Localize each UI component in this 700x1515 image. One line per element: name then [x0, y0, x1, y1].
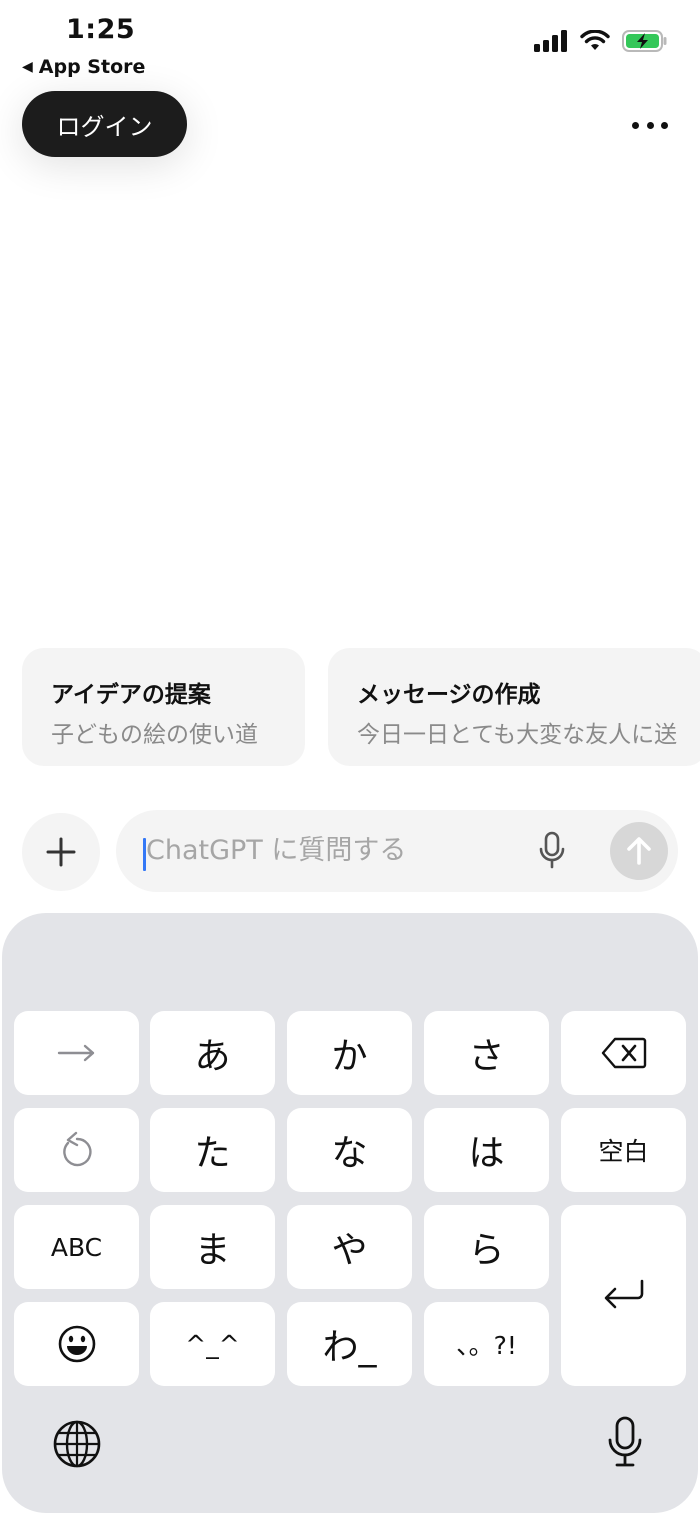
key-ha[interactable]: は — [424, 1108, 549, 1192]
key-emoji[interactable] — [14, 1302, 139, 1386]
key-sa[interactable]: さ — [424, 1011, 549, 1095]
key-kaomoji[interactable]: ^_^ — [150, 1302, 275, 1386]
message-input[interactable]: ChatGPT に質問する — [146, 830, 406, 872]
plus-icon — [46, 837, 76, 867]
back-to-app-store-link[interactable]: ◀ App Store — [22, 56, 145, 78]
arrow-right-icon — [57, 1044, 94, 1062]
backspace-icon — [601, 1037, 646, 1069]
key-space[interactable]: 空白 — [561, 1108, 686, 1192]
send-button[interactable] — [610, 822, 668, 880]
key-backspace[interactable] — [561, 1011, 686, 1095]
key-abc[interactable]: ABC — [14, 1205, 139, 1289]
key-undo[interactable] — [14, 1108, 139, 1192]
back-triangle-icon: ◀ — [22, 59, 33, 75]
suggestion-title: メッセージの作成 — [357, 682, 541, 708]
login-button[interactable]: ログイン — [22, 91, 187, 157]
wifi-icon — [580, 30, 610, 50]
attach-plus-button[interactable] — [22, 813, 100, 891]
battery-charging-icon — [622, 30, 667, 52]
status-icons — [534, 30, 668, 52]
key-return[interactable] — [561, 1205, 686, 1386]
globe-icon[interactable] — [52, 1419, 102, 1469]
more-options-button[interactable] — [632, 110, 668, 140]
suggestion-card-ideas[interactable]: アイデアの提案 子どもの絵の使い道 — [22, 648, 305, 766]
arrow-up-icon — [627, 837, 651, 865]
key-ka[interactable]: か — [287, 1011, 412, 1095]
ellipsis-icon — [632, 121, 639, 129]
back-link-label: App Store — [38, 56, 146, 78]
suggestion-subtitle: 子どもの絵の使い道 — [51, 722, 258, 748]
suggestion-title: アイデアの提案 — [51, 682, 211, 708]
key-ra[interactable]: ら — [424, 1205, 549, 1289]
return-icon — [604, 1279, 643, 1308]
microphone-icon[interactable] — [536, 830, 568, 872]
message-composer[interactable]: ChatGPT に質問する — [116, 810, 678, 892]
key-ma[interactable]: ま — [150, 1205, 275, 1289]
key-a[interactable]: あ — [150, 1011, 275, 1095]
emoji-icon — [58, 1325, 95, 1363]
status-time: 1:25 — [66, 14, 136, 45]
key-ta[interactable]: た — [150, 1108, 275, 1192]
cellular-signal-icon — [534, 30, 567, 52]
dictation-mic-icon[interactable] — [605, 1415, 645, 1469]
key-ya[interactable]: や — [287, 1205, 412, 1289]
software-keyboard: あ か さ た な は 空白 ABC ま や ら ^_^ わ_ 、。?! — [2, 913, 698, 1513]
undo-icon — [62, 1131, 92, 1167]
key-wa[interactable]: わ_ — [287, 1302, 412, 1386]
suggestion-subtitle: 今日一日とても大変な友人に送 — [357, 722, 678, 748]
key-punctuation[interactable]: 、。?! — [424, 1302, 549, 1386]
suggestion-card-message[interactable]: メッセージの作成 今日一日とても大変な友人に送 — [328, 648, 700, 766]
key-na[interactable]: な — [287, 1108, 412, 1192]
key-next-arrow[interactable] — [14, 1011, 139, 1095]
